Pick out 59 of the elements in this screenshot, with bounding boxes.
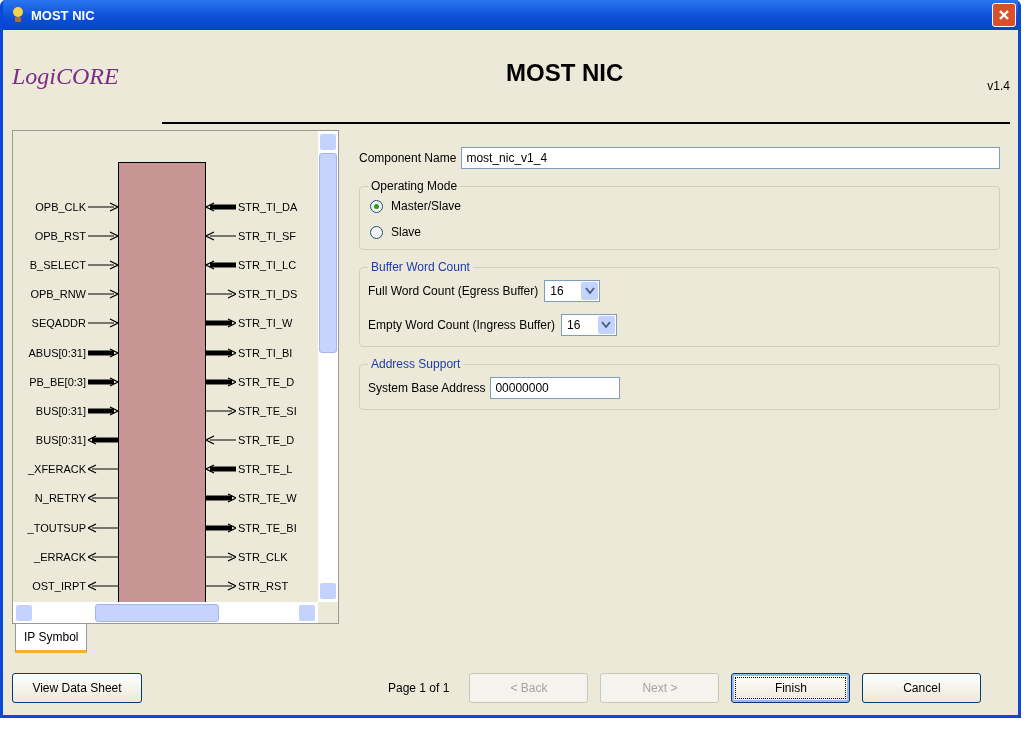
page-title: MOST NIC xyxy=(505,59,625,87)
pin-label: OPB_RST xyxy=(34,229,86,242)
close-icon xyxy=(998,9,1010,21)
pin-label: STR_TI_BI xyxy=(238,346,293,359)
pin-label: PB_BE[0:3] xyxy=(29,375,86,388)
pin-label: _TOUTSUP xyxy=(27,521,86,534)
close-button[interactable] xyxy=(992,3,1016,27)
field-label: Component Name xyxy=(359,151,457,165)
pin-label: STR_TE_D xyxy=(238,375,295,388)
pin-label: STR_TE_W xyxy=(238,492,297,505)
radio-label: Slave xyxy=(391,225,422,239)
wizard-button[interactable]: Cancel xyxy=(862,672,982,703)
pin-label: OPB_RNW xyxy=(30,288,86,301)
pin-label: N_RETRY xyxy=(34,492,86,505)
tab[interactable]: IP Symbol xyxy=(15,624,88,653)
group-title: Address Support xyxy=(370,357,462,371)
horizontal-scrollbar[interactable] xyxy=(13,602,318,623)
address-field[interactable]: 00000000 xyxy=(490,377,621,399)
pin-label: ABUS[0:31] xyxy=(28,346,86,359)
count-dropdown[interactable]: 16 xyxy=(560,314,617,336)
pin-label: OPB_CLK xyxy=(35,200,86,213)
pin-label: BUS[0:31] xyxy=(35,404,86,417)
radio-label: Master/Slave xyxy=(391,199,462,213)
pin-label: B_SELECT xyxy=(29,258,86,271)
lightbulb-icon xyxy=(11,6,25,24)
pin-label: STR_TI_W xyxy=(238,317,293,330)
pin-label: BUS[0:31] xyxy=(35,434,86,447)
pin-label: OST_IRPT xyxy=(32,580,86,593)
field-label: System Base Address xyxy=(368,381,486,395)
pin-label: STR_RST xyxy=(238,580,289,593)
group-title: Buffer Word Count xyxy=(370,260,471,274)
pin-label: STR_TI_LC xyxy=(238,258,297,271)
pin-label: STR_TE_D xyxy=(238,434,295,447)
pin-label: STR_TE_L xyxy=(238,463,293,476)
pin-label: _ERRACK xyxy=(34,550,86,563)
window-title: MOST NIC xyxy=(31,7,95,23)
pin-label: SEQADDR xyxy=(31,317,86,330)
pin-label: STR_TI_DS xyxy=(238,288,298,301)
vertical-scrollbar[interactable] xyxy=(318,131,338,602)
pin-label: _XFERACK xyxy=(27,463,86,476)
version-label: v1.4 xyxy=(987,79,1010,93)
radio-button[interactable] xyxy=(370,225,383,239)
page-indicator: Page 1 of 1 xyxy=(388,680,450,695)
logo: LogiCORE xyxy=(12,62,120,90)
group-title: Operating Mode xyxy=(370,179,459,193)
wizard-button[interactable]: Finish xyxy=(731,672,851,703)
component-name-field[interactable]: most_nic_v1_4 xyxy=(461,147,1000,169)
field-label: Empty Word Count (Ingress Buffer) xyxy=(368,318,555,332)
pin-label: STR_TE_BI xyxy=(238,521,297,534)
radio-button[interactable] xyxy=(370,199,383,213)
chevron-down-icon xyxy=(584,287,595,295)
count-dropdown[interactable]: 16 xyxy=(544,280,601,302)
pin-label: STR_TE_SI xyxy=(238,404,297,417)
pin-label: STR_TI_DA xyxy=(238,200,298,213)
view-data-sheet-button[interactable]: View Data Sheet xyxy=(12,672,142,703)
pin-label: STR_CLK xyxy=(238,550,288,563)
chevron-down-icon xyxy=(601,321,612,329)
field-label: Full Word Count (Egress Buffer) xyxy=(368,284,539,298)
pin-label: STR_TI_SF xyxy=(238,229,297,242)
